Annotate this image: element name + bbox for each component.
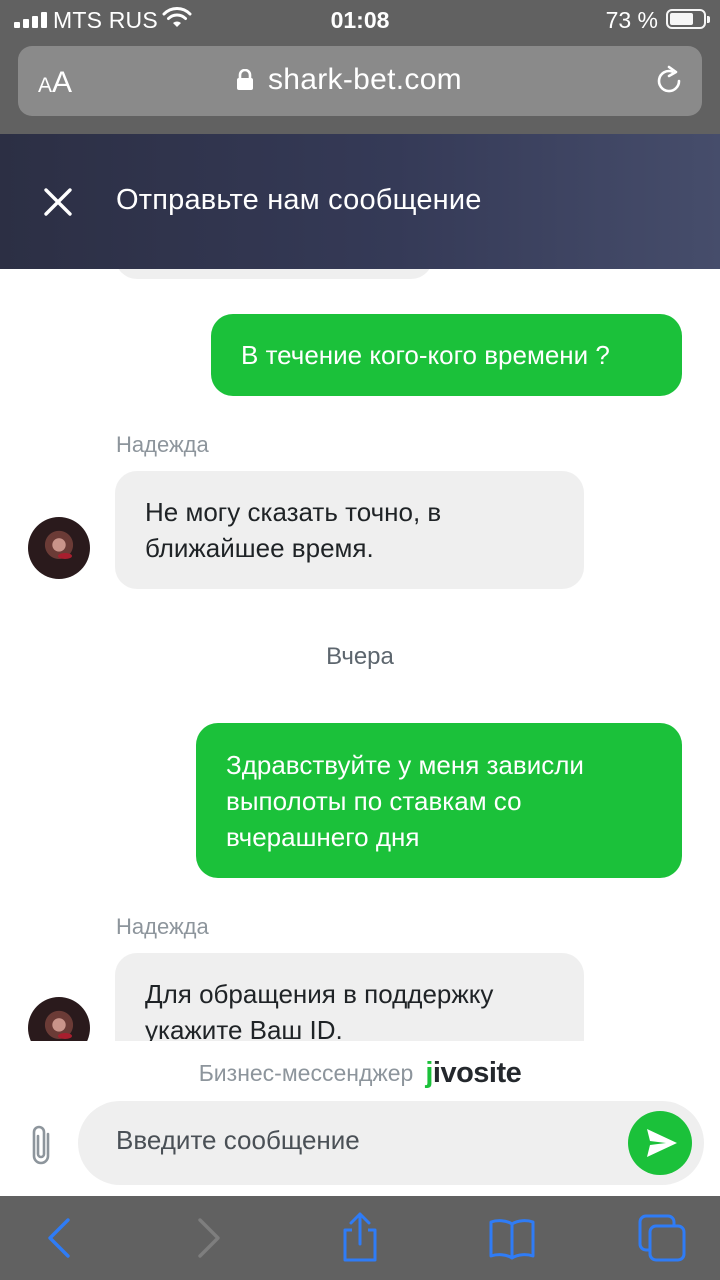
sender-name: Надежда (116, 432, 209, 457)
message-bubble-incoming: Не могу сказать точно, в ближайшее время… (115, 471, 584, 589)
share-icon[interactable] (332, 1210, 388, 1266)
message-bubble-incoming: Для обращения в поддержку укажите Ваш ID… (115, 953, 584, 1041)
browser-toolbar (0, 1196, 720, 1280)
chat-title: Отправьте нам сообщение (116, 184, 482, 216)
jivosite-logo[interactable]: jivosite (425, 1057, 521, 1090)
agent-avatar (28, 997, 90, 1041)
message-bubble-outgoing: В течение кого-кого времени ? (211, 314, 682, 396)
lock-icon (237, 69, 253, 90)
send-button[interactable] (628, 1111, 692, 1175)
tabs-icon[interactable] (634, 1210, 690, 1266)
bookmarks-icon[interactable] (484, 1210, 540, 1266)
text-size-button[interactable]: AA (38, 66, 72, 100)
message-text: Для обращения в поддержку укажите Ваш ID… (145, 979, 494, 1041)
sender-name: Надежда (116, 914, 209, 939)
message-text: Здравствуйте у меня зависли выполоты по … (226, 749, 584, 852)
status-bar: MTS RUS 01:08 73 % (0, 0, 720, 40)
battery-icon (666, 9, 710, 29)
message-composer: Введите сообщение (0, 1096, 720, 1196)
message-bubble-incoming-partial (115, 269, 433, 279)
message-input-placeholder: Введите сообщение (116, 1125, 360, 1155)
message-list[interactable]: В течение кого-кого времени ? Надежда Не… (0, 269, 720, 1041)
address-bar[interactable]: AA shark-bet.com (18, 46, 702, 116)
send-icon (647, 1129, 677, 1157)
close-icon[interactable] (38, 182, 78, 222)
forward-icon[interactable] (180, 1210, 236, 1266)
battery-percent: 73 % (605, 7, 658, 33)
agent-avatar (28, 517, 90, 579)
paperclip-icon[interactable] (24, 1122, 58, 1168)
branding-text: Бизнес-мессенджер (198, 1059, 414, 1086)
message-input[interactable]: Введите сообщение (78, 1101, 704, 1185)
back-icon[interactable] (32, 1210, 88, 1266)
browser-top-bar: MTS RUS 01:08 73 % AA shark-bet.com (0, 0, 720, 134)
date-separator: Вчера (326, 643, 394, 670)
url-text[interactable]: shark-bet.com (268, 63, 462, 97)
message-text: В течение кого-кого времени ? (241, 340, 610, 370)
reload-icon[interactable] (652, 64, 686, 98)
battery-level-fill (670, 13, 693, 25)
branding-row: Бизнес-мессенджер jivosite (0, 1050, 720, 1096)
message-text: Не могу сказать точно, в ближайшее время… (145, 497, 442, 563)
chat-header: Отправьте нам сообщение (0, 134, 720, 269)
message-bubble-outgoing: Здравствуйте у меня зависли выполоты по … (196, 723, 682, 878)
